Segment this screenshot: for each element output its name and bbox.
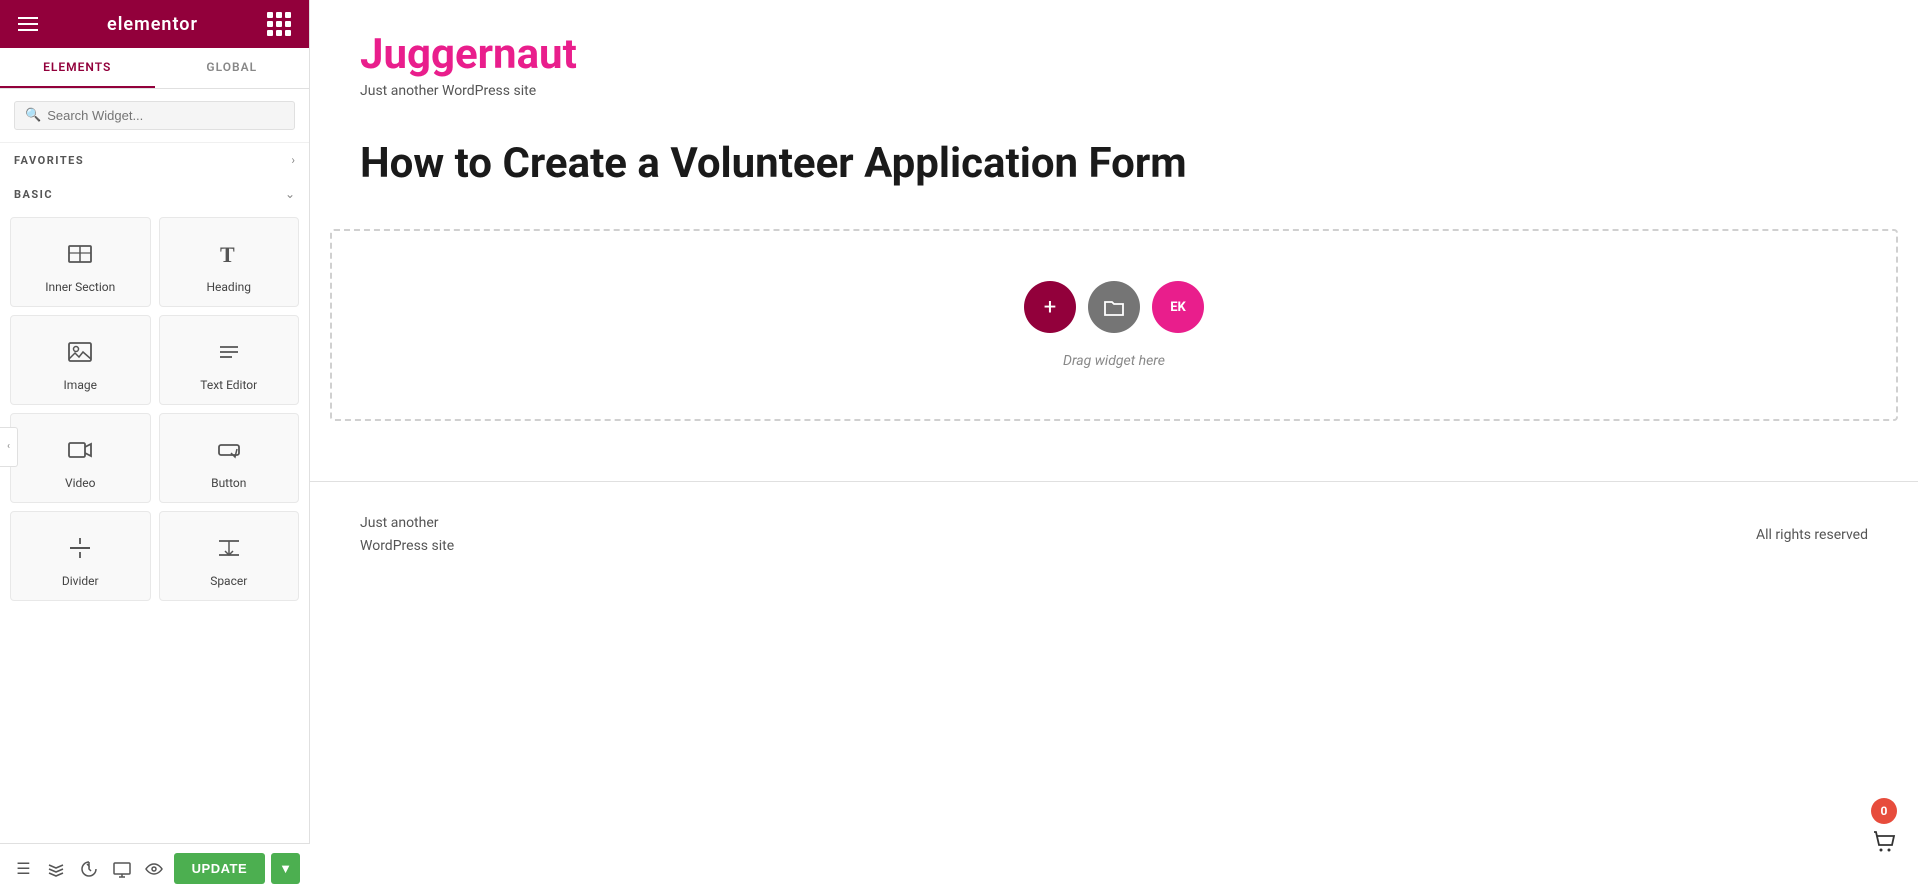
widget-divider[interactable]: Divider (10, 511, 151, 601)
widget-heading[interactable]: T Heading (159, 217, 300, 307)
search-wrapper: 🔍 (14, 101, 295, 130)
hamburger-menu-icon[interactable] (18, 17, 38, 31)
footer-right-text: All rights reserved (1756, 527, 1868, 543)
search-icon: 🔍 (25, 108, 41, 123)
image-icon (66, 334, 94, 370)
inner-section-label: Inner Section (45, 280, 115, 294)
basic-arrow-icon: ⌄ (285, 187, 295, 201)
favorites-arrow-icon: › (291, 153, 295, 167)
bottom-bar: ☰ UPDATE ▼ (0, 843, 310, 893)
button-icon (215, 432, 243, 468)
panel-tabs: ELEMENTS GLOBAL (0, 48, 309, 89)
favorites-label: FAVORITES (14, 154, 84, 167)
search-input[interactable] (47, 108, 284, 123)
video-label: Video (65, 476, 96, 490)
collapse-panel-handle[interactable]: ‹ (0, 427, 18, 467)
spacer-label: Spacer (210, 574, 247, 588)
search-container: 🔍 (0, 89, 309, 143)
divider-label: Divider (62, 574, 99, 588)
ek-button[interactable]: EK (1152, 281, 1204, 333)
widget-spacer[interactable]: Spacer (159, 511, 300, 601)
tab-elements[interactable]: ELEMENTS (0, 48, 155, 88)
cart-widget: 0 (1870, 798, 1898, 863)
cart-icon[interactable] (1870, 828, 1898, 863)
update-dropdown-button[interactable]: ▼ (271, 853, 300, 884)
favorites-section-header[interactable]: FAVORITES › (0, 143, 309, 177)
basic-section-header[interactable]: BASIC ⌄ (0, 177, 309, 211)
text-editor-label: Text Editor (200, 378, 257, 392)
site-header: Juggernaut Just another WordPress site (310, 0, 1918, 119)
folder-button[interactable] (1088, 281, 1140, 333)
image-label: Image (64, 378, 97, 392)
site-footer: Just anotherWordPress site All rights re… (310, 481, 1918, 587)
drop-zone[interactable]: + EK Drag widget here (330, 229, 1898, 421)
divider-icon (66, 530, 94, 566)
site-brand-title: Juggernaut (360, 30, 1868, 79)
heading-label: Heading (206, 280, 251, 294)
add-widget-button[interactable]: + (1024, 281, 1076, 333)
widget-text-editor[interactable]: Text Editor (159, 315, 300, 405)
footer-left-text: Just anotherWordPress site (360, 512, 454, 557)
site-brand-tagline: Just another WordPress site (360, 83, 1868, 99)
grid-view-icon[interactable] (267, 12, 291, 36)
drop-zone-buttons: + EK (1024, 281, 1204, 333)
heading-icon: T (215, 236, 243, 272)
widget-image[interactable]: Image (10, 315, 151, 405)
video-icon (66, 432, 94, 468)
update-button[interactable]: UPDATE (174, 853, 265, 884)
tab-global[interactable]: GLOBAL (155, 48, 310, 88)
button-label: Button (211, 476, 246, 490)
layers-icon[interactable] (43, 853, 70, 885)
widget-video[interactable]: Video (10, 413, 151, 503)
text-editor-icon (215, 334, 243, 370)
history-icon[interactable] (75, 853, 102, 885)
cart-badge: 0 (1871, 798, 1897, 824)
site-content: Juggernaut Just another WordPress site H… (310, 0, 1918, 893)
spacer-icon (215, 530, 243, 566)
drop-zone-label: Drag widget here (1063, 353, 1165, 369)
left-panel: elementor ELEMENTS GLOBAL 🔍 FAVORITES › … (0, 0, 310, 893)
inner-section-icon (66, 236, 94, 272)
responsive-icon[interactable] (108, 853, 135, 885)
footer-tagline: Just anotherWordPress site (360, 515, 454, 553)
widget-inner-section[interactable]: Inner Section (10, 217, 151, 307)
main-area: Juggernaut Just another WordPress site H… (310, 0, 1918, 893)
post-title: How to Create a Volunteer Application Fo… (310, 119, 1918, 219)
panel-header: elementor (0, 0, 309, 48)
hamburger-bottom-icon[interactable]: ☰ (10, 853, 37, 885)
widget-button[interactable]: Button (159, 413, 300, 503)
eye-icon[interactable] (141, 853, 168, 885)
svg-text:T: T (220, 242, 235, 267)
basic-label: BASIC (14, 188, 53, 201)
widgets-container: FAVORITES › BASIC ⌄ Inner Section (0, 143, 309, 893)
elementor-logo: elementor (107, 14, 198, 35)
widgets-grid: Inner Section T Heading (0, 211, 309, 613)
